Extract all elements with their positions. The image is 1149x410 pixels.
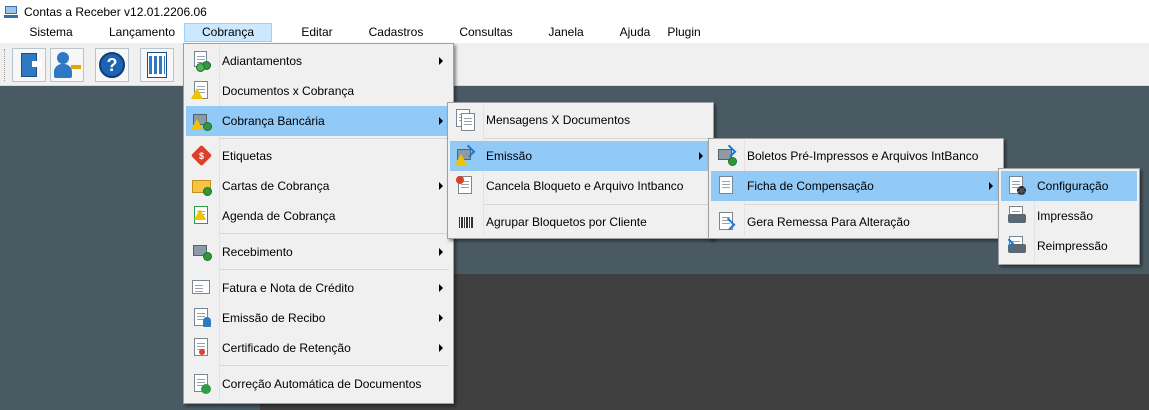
- submenu-arrow-icon: [439, 344, 443, 352]
- cobranca-menu: Adiantamentos Documentos x Cobrança Cobr…: [183, 43, 454, 404]
- messages-documents-icon: [455, 109, 477, 131]
- menu-item-adiantamentos[interactable]: Adiantamentos: [186, 46, 451, 76]
- menu-item-agrupar-bloquetos[interactable]: Agrupar Bloquetos por Cliente: [450, 207, 711, 237]
- app-icon: [4, 5, 18, 18]
- menu-item-cartas-cobranca[interactable]: Cartas de Cobrança: [186, 171, 451, 201]
- submenu-arrow-icon: [439, 314, 443, 322]
- preprinted-boleto-icon: [716, 144, 738, 167]
- price-tag-icon: $: [190, 144, 213, 167]
- menu-cobranca[interactable]: Cobrança: [184, 23, 272, 42]
- certificate-icon: [191, 337, 213, 359]
- invoice-icon: [191, 277, 213, 299]
- menu-lancamento[interactable]: Lançamento: [104, 23, 180, 42]
- menu-item-reimpressao[interactable]: Reimpressão: [1001, 231, 1137, 261]
- menu-item-etiquetas[interactable]: $ Etiquetas: [186, 141, 451, 171]
- menu-item-mensagens-documentos[interactable]: Mensagens X Documentos: [450, 105, 711, 135]
- submenu-arrow-icon: [439, 57, 443, 65]
- menu-item-boletos-pre-impressos[interactable]: Boletos Pré-Impressos e Arquivos IntBanc…: [711, 141, 1001, 171]
- menu-item-ficha-compensacao[interactable]: Ficha de Compensação: [711, 171, 1001, 201]
- toolbar-grip[interactable]: [4, 49, 7, 81]
- menu-item-gera-remessa[interactable]: Gera Remessa Para Alteração: [711, 207, 1001, 237]
- menu-item-agenda-cobranca[interactable]: Agenda de Cobrança: [186, 201, 451, 231]
- bank-coin-icon: [191, 241, 213, 263]
- remittance-refresh-icon: [716, 211, 738, 233]
- title-bar: Contas a Receber v12.01.2206.06: [0, 0, 1149, 23]
- receipt-person-icon: [191, 307, 213, 329]
- menu-item-emissao-recibo[interactable]: Emissão de Recibo: [186, 303, 451, 333]
- reprint-icon: [1004, 235, 1028, 257]
- menu-item-impressao[interactable]: Impressão: [1001, 201, 1137, 231]
- toolbar: ?: [0, 43, 1149, 86]
- calculator-button[interactable]: [140, 48, 174, 82]
- bank-warning-icon: [191, 110, 213, 132]
- submenu-arrow-icon: [989, 182, 993, 190]
- menu-item-documentos-cobranca[interactable]: Documentos x Cobrança: [186, 76, 451, 106]
- emission-warning-icon: [455, 144, 477, 167]
- emissao-submenu: Boletos Pré-Impressos e Arquivos IntBanc…: [708, 138, 1004, 239]
- menu-item-fatura-nota-credito[interactable]: Fatura e Nota de Crédito: [186, 273, 451, 303]
- menu-item-cobranca-bancaria[interactable]: Cobrança Bancária: [186, 106, 451, 136]
- agenda-warning-icon: [191, 205, 213, 227]
- window-title: Contas a Receber v12.01.2206.06: [24, 4, 207, 19]
- menu-editar[interactable]: Editar: [292, 23, 342, 42]
- help-icon: ?: [99, 52, 125, 78]
- envelope-letter-icon: [191, 175, 213, 197]
- menu-sistema[interactable]: Sistema: [22, 23, 80, 42]
- menu-item-emissao[interactable]: Emissão: [450, 141, 711, 171]
- coins-document-icon: [191, 50, 213, 72]
- printer-icon: [1006, 205, 1028, 227]
- menu-janela[interactable]: Janela: [544, 23, 588, 42]
- submenu-arrow-icon: [439, 248, 443, 256]
- menu-item-certificado-retencao[interactable]: Certificado de Retenção: [186, 333, 451, 363]
- menu-item-cancela-bloqueto[interactable]: Cancela Bloqueto e Arquivo Intbanco: [450, 171, 711, 201]
- barcode-group-icon: [455, 211, 477, 233]
- user-access-button[interactable]: [50, 48, 84, 82]
- menu-item-correcao-automatica[interactable]: Correção Automática de Documentos: [186, 369, 451, 399]
- menu-plugin[interactable]: Plugin: [662, 23, 706, 42]
- menu-cadastros[interactable]: Cadastros: [364, 23, 428, 42]
- menu-ajuda[interactable]: Ajuda: [614, 23, 656, 42]
- menu-consultas[interactable]: Consultas: [454, 23, 518, 42]
- clearing-form-icon: [716, 175, 738, 197]
- user-key-icon: [57, 52, 69, 64]
- menu-item-recebimento[interactable]: Recebimento: [186, 237, 451, 267]
- document-check-icon: [191, 373, 213, 395]
- cancel-document-icon: [455, 175, 477, 197]
- menu-item-configuracao[interactable]: Configuração: [1001, 171, 1137, 201]
- warning-document-icon: [191, 80, 213, 102]
- exit-button[interactable]: [12, 48, 46, 82]
- submenu-arrow-icon: [439, 182, 443, 190]
- cobranca-bancaria-submenu: Mensagens X Documentos Emissão Cancela B…: [447, 102, 714, 239]
- menu-bar: Sistema Lançamento Cobrança Editar Cadas…: [0, 23, 1149, 43]
- submenu-arrow-icon: [439, 284, 443, 292]
- submenu-arrow-icon: [439, 117, 443, 125]
- config-gear-icon: [1006, 175, 1028, 197]
- submenu-arrow-icon: [699, 152, 703, 160]
- ficha-compensacao-submenu: Configuração Impressão Reimpressão: [998, 168, 1140, 265]
- help-button[interactable]: ?: [95, 48, 129, 82]
